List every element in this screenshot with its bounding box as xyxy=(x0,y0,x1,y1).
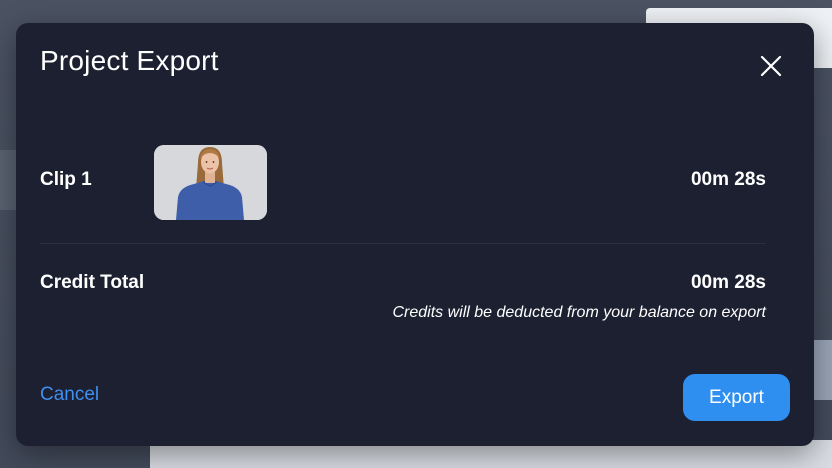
export-button[interactable]: Export xyxy=(683,374,790,421)
close-button[interactable] xyxy=(756,51,786,81)
clip-thumbnail xyxy=(154,145,267,220)
credit-note: Credits will be deducted from your balan… xyxy=(392,304,766,321)
credit-total-value: 00m 28s xyxy=(690,272,766,293)
modal-title: Project Export xyxy=(40,45,219,76)
credit-total-label: Credit Total xyxy=(40,272,145,293)
clip-duration: 00m 28s xyxy=(690,169,766,190)
export-modal: Project Export Clip 1 00m 28s Credit Tot… xyxy=(16,23,814,446)
divider xyxy=(40,243,766,244)
background-edge xyxy=(812,340,832,400)
close-icon xyxy=(760,55,782,77)
clip-label: Clip 1 xyxy=(40,169,92,190)
avatar-thumbnail-image xyxy=(154,145,267,220)
cancel-button[interactable]: Cancel xyxy=(40,384,99,406)
